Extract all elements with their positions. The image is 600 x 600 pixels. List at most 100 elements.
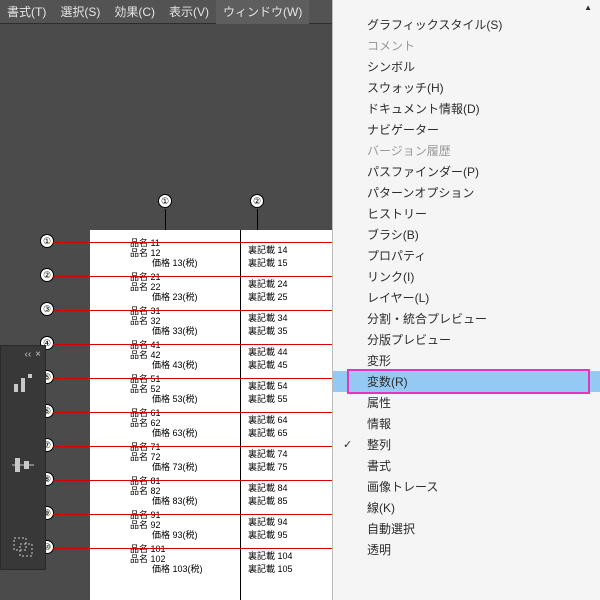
cell-raiten2: 裏記載 65 [248, 426, 288, 439]
artboard: ①②③ 品名 11品名 12価格 13(税)裏記載 14裏記載 15品名 21品… [58, 194, 348, 600]
tool-graph-icon[interactable] [4, 366, 42, 400]
guide-line [53, 412, 348, 413]
cell-price: 価格 93(税) [152, 528, 198, 541]
menu-item-ナビゲーター[interactable]: ナビゲーター [333, 119, 600, 140]
menu-item-整列[interactable]: ✓ 整列 [333, 434, 600, 455]
cell-price: 価格 63(税) [152, 426, 198, 439]
menu-item-label: レイヤー(L) [367, 289, 429, 306]
guide-line [53, 378, 348, 379]
cell-raiten: 裏記載 84 [248, 481, 288, 494]
menu-item-label: スウォッチ(H) [367, 79, 444, 96]
menu-item-スウォッチh[interactable]: スウォッチ(H) [333, 77, 600, 98]
menu-item-パスファインダーp[interactable]: パスファインダー(P) [333, 161, 600, 182]
menu-item-画像トレース[interactable]: 画像トレース [333, 476, 600, 497]
menu-item-自動選択[interactable]: 自動選択 [333, 518, 600, 539]
menu-item-シンボル[interactable]: シンボル [333, 56, 600, 77]
table-row: 品名 81品名 82価格 83(税)裏記載 84裏記載 85 [130, 474, 350, 504]
cell-raiten: 裏記載 14 [248, 243, 288, 256]
menu-item-リンクi[interactable]: リンク(I) [333, 266, 600, 287]
panel-close-icon[interactable]: × [35, 349, 41, 360]
cell-raiten2: 裏記載 85 [248, 494, 288, 507]
cell-price: 価格 73(税) [152, 460, 198, 473]
menu-item-label: バージョン履歴 [367, 142, 451, 159]
cell-raiten: 裏記載 94 [248, 515, 288, 528]
cell-raiten: 裏記載 44 [248, 345, 288, 358]
table-row: 品名 11品名 12価格 13(税)裏記載 14裏記載 15 [130, 236, 350, 266]
dropdown-scroll-up-icon[interactable]: ▲ [333, 0, 600, 14]
menu-window[interactable]: ウィンドウ(W) [216, 0, 309, 24]
menu-item-label: グラフィックスタイル(S) [367, 16, 502, 33]
menu-item-書式[interactable]: 書式 [333, 455, 600, 476]
menu-format[interactable]: 書式(T) [0, 0, 53, 24]
menu-item-label: 分版プレビュー [367, 331, 451, 348]
menu-item-情報[interactable]: 情報 [333, 413, 600, 434]
menu-view[interactable]: 表示(V) [162, 0, 216, 24]
table-row: 品名 21品名 22価格 23(税)裏記載 24裏記載 25 [130, 270, 350, 300]
guide-line [53, 276, 348, 277]
cell-raiten2: 裏記載 105 [248, 562, 293, 575]
menu-item-label: 画像トレース [367, 478, 438, 495]
menu-item-ドキュメント情報d[interactable]: ドキュメント情報(D) [333, 98, 600, 119]
guide-line [53, 514, 348, 515]
menu-item-label: ヒストリー [367, 205, 427, 222]
table-row: 品名 101品名 102価格 103(税)裏記載 104裏記載 105 [130, 542, 350, 572]
panel-collapse-icon[interactable]: ‹‹ [24, 349, 31, 360]
menu-effect[interactable]: 効果(C) [107, 0, 162, 24]
menu-item-label: 書式 [367, 457, 391, 474]
cell-raiten: 裏記載 34 [248, 311, 288, 324]
menu-item-分版プレビュー[interactable]: 分版プレビュー [333, 329, 600, 350]
menu-item-レイヤーl[interactable]: レイヤー(L) [333, 287, 600, 308]
cell-raiten2: 裏記載 25 [248, 290, 288, 303]
cell-raiten: 裏記載 24 [248, 277, 288, 290]
cell-raiten2: 裏記載 95 [248, 528, 288, 541]
menu-item-label: プロパティ [367, 247, 426, 264]
menu-item-label: 分割・統合プレビュー [367, 310, 487, 327]
menu-item-透明[interactable]: 透明 [333, 539, 600, 560]
cell-raiten: 裏記載 104 [248, 549, 293, 562]
cell-raiten2: 裏記載 45 [248, 358, 288, 371]
row-marker: ① [40, 234, 54, 248]
menu-item-変数r[interactable]: 変数(R) [333, 371, 600, 392]
menu-item-label: 情報 [367, 415, 391, 432]
col-marker: ② [250, 194, 264, 208]
tool-align-icon[interactable] [4, 448, 42, 482]
row-marker: ③ [40, 302, 54, 316]
cell-price: 価格 83(税) [152, 494, 198, 507]
menu-item-ブラシb[interactable]: ブラシ(B) [333, 224, 600, 245]
menu-item-label: ブラシ(B) [367, 226, 419, 243]
menu-item-label: パターンオプション [367, 184, 474, 201]
tool-pathfinder-icon[interactable] [4, 530, 42, 564]
menu-item-ヒストリー[interactable]: ヒストリー [333, 203, 600, 224]
table-row: 品名 91品名 92価格 93(税)裏記載 94裏記載 95 [130, 508, 350, 538]
menu-item-label: 線(K) [367, 499, 395, 516]
cell-price: 価格 13(税) [152, 256, 198, 269]
cell-raiten: 裏記載 64 [248, 413, 288, 426]
menu-select[interactable]: 選択(S) [53, 0, 107, 24]
table-row: 品名 61品名 62価格 63(税)裏記載 64裏記載 65 [130, 406, 350, 436]
menu-item-label: コメント [367, 37, 415, 54]
menu-item-グラフィックスタイルs[interactable]: グラフィックスタイル(S) [333, 14, 600, 35]
table-row: 品名 41品名 42価格 43(税)裏記載 44裏記載 45 [130, 338, 350, 368]
check-icon: ✓ [343, 438, 352, 451]
menu-item-プロパティ[interactable]: プロパティ [333, 245, 600, 266]
cell-raiten: 裏記載 74 [248, 447, 288, 460]
menu-item-線k[interactable]: 線(K) [333, 497, 600, 518]
col-marker: ① [158, 194, 172, 208]
guide-line [53, 480, 348, 481]
table-row: 品名 71品名 72価格 73(税)裏記載 74裏記載 75 [130, 440, 350, 470]
menu-item-label: リンク(I) [367, 268, 414, 285]
menu-item-分割・統合プレビュー[interactable]: 分割・統合プレビュー [333, 308, 600, 329]
cell-price: 価格 23(税) [152, 290, 198, 303]
guide-line [53, 344, 348, 345]
row-marker: ② [40, 268, 54, 282]
guide-line [53, 242, 348, 243]
menu-item-label: 整列 [367, 436, 391, 453]
cell-raiten2: 裏記載 55 [248, 392, 288, 405]
cell-price: 価格 103(税) [152, 562, 203, 575]
menu-item-属性[interactable]: 属性 [333, 392, 600, 413]
menu-item-パターンオプション[interactable]: パターンオプション [333, 182, 600, 203]
menu-item-バージョン履歴: バージョン履歴 [333, 140, 600, 161]
cell-raiten2: 裏記載 35 [248, 324, 288, 337]
guide-line [53, 548, 348, 549]
menu-item-変形[interactable]: 変形 [333, 350, 600, 371]
